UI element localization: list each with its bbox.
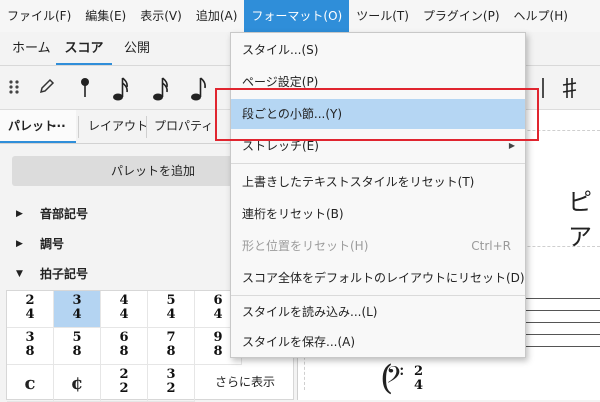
time-sig-value: 24 <box>25 293 35 322</box>
time-sig-cell-selected[interactable]: 34 <box>54 291 101 328</box>
eighth-note-icon[interactable] <box>186 76 212 101</box>
sharp-icon[interactable] <box>556 76 582 100</box>
time-sig-value: 54 <box>166 293 176 322</box>
time-sig-cell[interactable]: 68 <box>101 328 148 365</box>
format-menu: スタイル...(S) ページ設定(P) 段ごとの小節...(Y) ストレッチ(E… <box>230 32 526 358</box>
menu-item-reset-layout[interactable]: スコア全体をデフォルトのレイアウトにリセット(D) <box>231 263 525 293</box>
tab-divider <box>146 116 147 138</box>
section-label: 調号 <box>40 237 65 251</box>
expand-arrow-icon: ▶ <box>16 209 23 219</box>
tab-home[interactable]: ホーム <box>12 32 51 65</box>
menu-add[interactable]: 追加(A) <box>189 0 245 32</box>
time-sig-value: 64 <box>213 293 223 322</box>
time-sig-cell-common[interactable]: c <box>7 365 54 402</box>
menu-item-shortcut: Ctrl+R <box>471 239 511 253</box>
menu-help[interactable]: ヘルプ(H) <box>507 0 575 32</box>
menu-format[interactable]: フォーマット(O) <box>244 0 350 32</box>
time-sig-cell[interactable]: 22 <box>101 365 148 402</box>
menu-item-style[interactable]: スタイル...(S) <box>231 35 525 65</box>
menu-bar: ファイル(F) 編集(E) 表示(V) 追加(A) フォーマット(O) ツール(… <box>0 0 600 32</box>
time-sig-value: 34 <box>72 293 82 322</box>
tab-divider <box>78 116 79 138</box>
tab-palette-label: パレット <box>8 119 57 133</box>
menu-item-label: 形と位置をリセット(H) <box>242 239 369 253</box>
tab-layout[interactable]: レイアウト <box>88 110 148 143</box>
tab-properties[interactable]: プロパティ <box>154 110 213 143</box>
tab-palette[interactable]: パレット ··· <box>0 110 76 143</box>
note-input-icon[interactable] <box>72 76 98 100</box>
expand-arrow-icon: ▶ <box>16 239 23 249</box>
time-sig-cell[interactable]: 78 <box>148 328 195 365</box>
time-sig-value: 68 <box>119 330 129 359</box>
time-sig-value: 32 <box>166 367 176 396</box>
menu-item-label: スタイルを保存...(A) <box>242 335 356 349</box>
menu-edit[interactable]: 編集(E) <box>78 0 133 32</box>
menu-separator <box>231 163 525 164</box>
collapse-arrow-icon: ▼ <box>16 269 23 279</box>
menu-item-save-style[interactable]: スタイルを保存...(A) <box>231 327 525 357</box>
sixteenth-note-icon[interactable] <box>108 76 134 101</box>
time-sig-cell[interactable]: 44 <box>101 291 148 328</box>
menu-separator <box>231 295 525 296</box>
time-sig-value: 22 <box>119 367 129 396</box>
time-sig-cell[interactable]: 38 <box>7 328 54 365</box>
show-more-button[interactable]: さらに表示 <box>197 365 293 399</box>
menu-item-label: 上書きしたテキストスタイルをリセット(T) <box>242 175 475 189</box>
time-sig-value: 98 <box>213 330 223 359</box>
tab-publish[interactable]: 公開 <box>124 32 150 65</box>
time-sig-value: 38 <box>25 330 35 359</box>
menu-tools[interactable]: ツール(T) <box>349 0 416 32</box>
time-sig-cell[interactable]: 24 <box>7 291 54 328</box>
menu-item-label: スタイルを読み込み...(L) <box>242 305 378 319</box>
time-sig-cell[interactable]: 58 <box>54 328 101 365</box>
highlight-annotation <box>215 88 539 141</box>
menu-item-label: 連桁をリセット(B) <box>242 207 344 221</box>
menu-item-label: スコア全体をデフォルトのレイアウトにリセット(D) <box>242 271 525 285</box>
pencil-icon[interactable] <box>34 76 60 100</box>
bass-clef-icon[interactable]: 𝄢 <box>386 360 404 396</box>
score-time-signature[interactable]: 24 <box>414 365 423 393</box>
time-sig-value: 58 <box>72 330 82 359</box>
time-sig-value: 78 <box>166 330 176 359</box>
drag-handle-icon[interactable] <box>2 76 28 100</box>
menu-item-label: スタイル...(S) <box>242 43 319 57</box>
sixteenth-note-icon[interactable] <box>148 76 174 101</box>
score-title[interactable]: ピア <box>568 182 600 252</box>
section-label: 音部記号 <box>40 207 89 221</box>
time-sig-value: ¢ <box>70 373 84 394</box>
time-sig-value: c <box>24 373 36 394</box>
section-label: 拍子記号 <box>40 267 89 281</box>
palette-menu-icon[interactable]: ··· <box>52 110 66 143</box>
menu-file[interactable]: ファイル(F) <box>0 0 78 32</box>
time-sig-cell[interactable]: 54 <box>148 291 195 328</box>
tab-score[interactable]: スコア <box>56 32 112 65</box>
time-sig-cell[interactable]: 32 <box>148 365 195 402</box>
menu-item-reset-shape-position[interactable]: 形と位置をリセット(H) Ctrl+R <box>231 231 525 261</box>
menu-item-reset-text-style[interactable]: 上書きしたテキストスタイルをリセット(T) <box>231 167 525 197</box>
time-sig-value: 44 <box>119 293 129 322</box>
menu-item-load-style[interactable]: スタイルを読み込み...(L) <box>231 297 525 327</box>
menu-view[interactable]: 表示(V) <box>133 0 189 32</box>
menu-plugins[interactable]: プラグイン(P) <box>416 0 507 32</box>
menu-item-reset-beams[interactable]: 連桁をリセット(B) <box>231 199 525 229</box>
time-sig-cell-cut[interactable]: ¢ <box>54 365 101 402</box>
